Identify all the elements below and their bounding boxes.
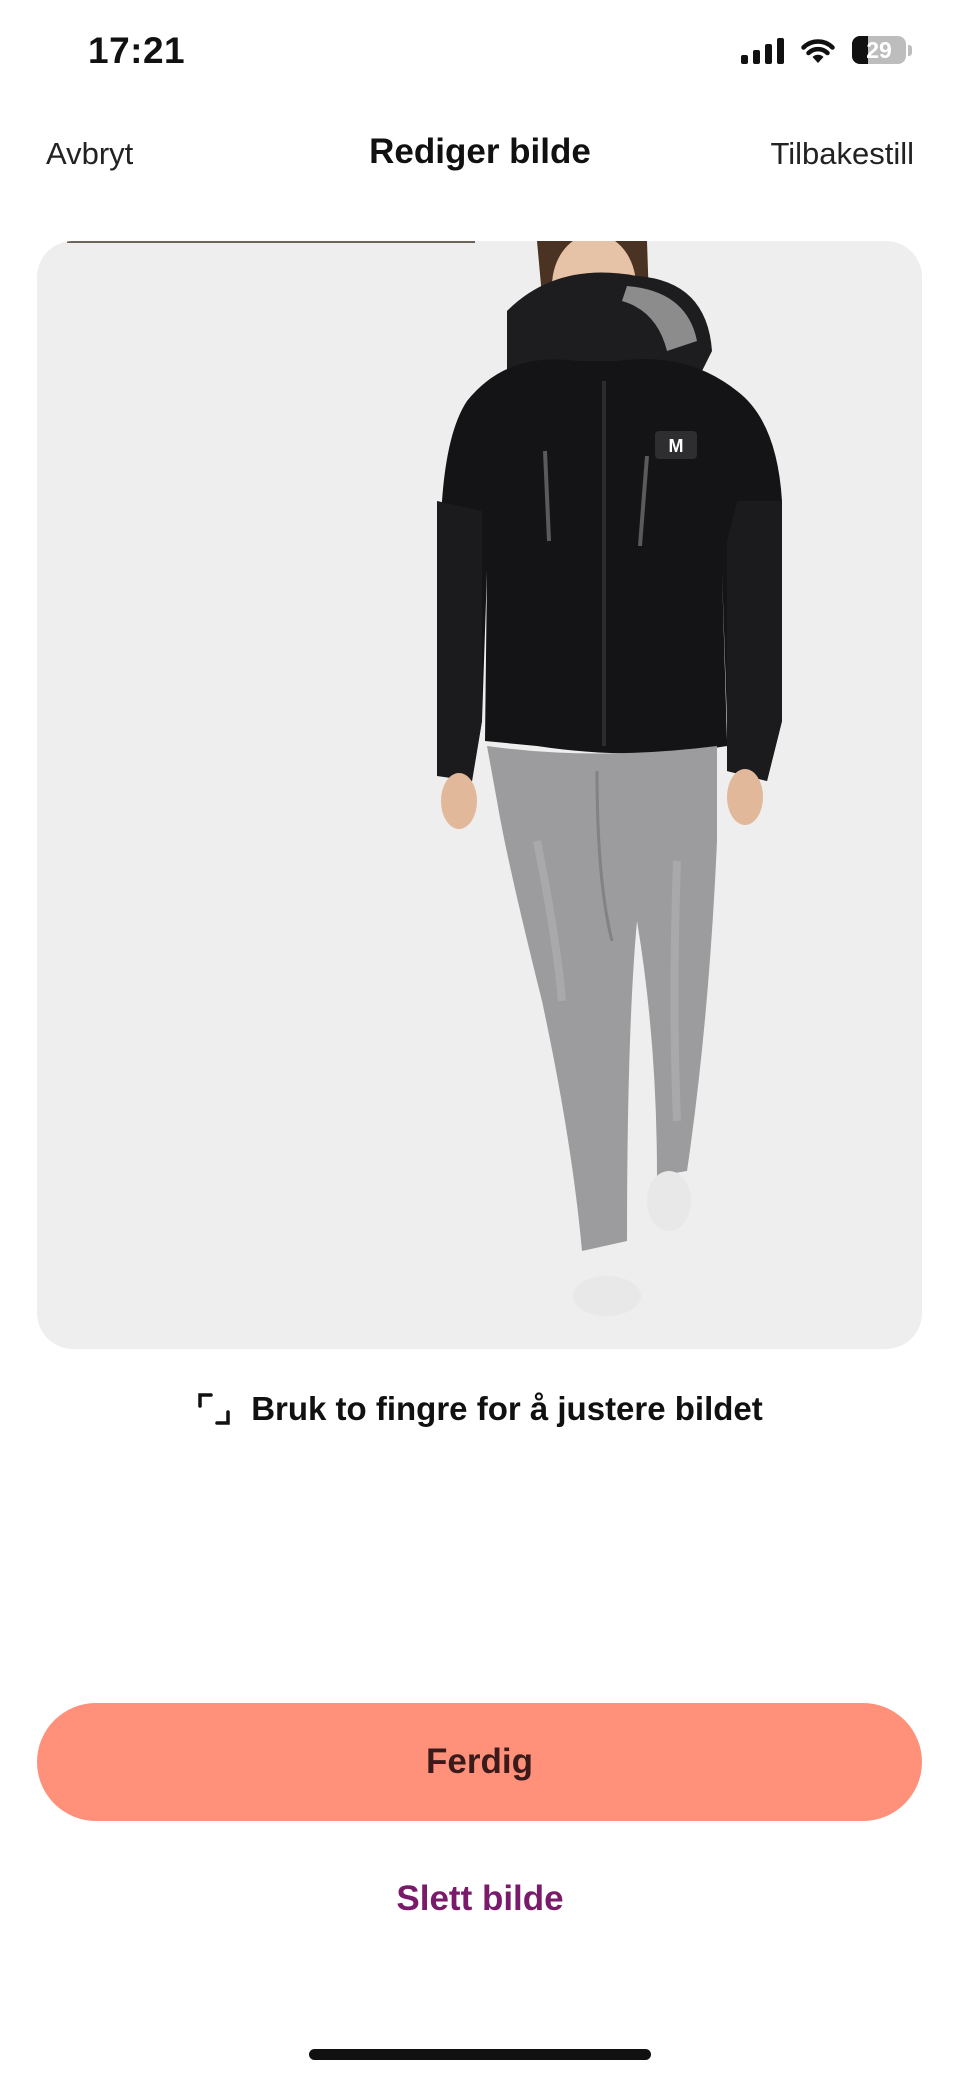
home-indicator[interactable] [309, 2049, 651, 2060]
delete-image-button[interactable]: Slett bilde [0, 1879, 960, 1919]
wifi-icon [801, 38, 835, 63]
status-icons: 29 [741, 36, 912, 64]
status-time: 17:21 [88, 30, 186, 71]
battery-level: 29 [866, 36, 892, 63]
battery-tip [908, 44, 912, 56]
crop-corners-icon [198, 1393, 230, 1425]
hint-text: Bruk to fingre for å justere bildet [251, 1390, 763, 1427]
done-button[interactable]: Ferdig [37, 1703, 922, 1821]
battery-icon: 29 [852, 36, 906, 64]
reset-button[interactable]: Tilbakestill [770, 136, 914, 172]
pinch-hint: Bruk to fingre for å justere bildet [0, 1390, 960, 1428]
product-photo: M [437, 241, 782, 1316]
cellular-signal-icon [741, 37, 784, 64]
svg-text:M: M [669, 436, 684, 456]
photo-crop-area[interactable]: M [37, 241, 922, 1349]
